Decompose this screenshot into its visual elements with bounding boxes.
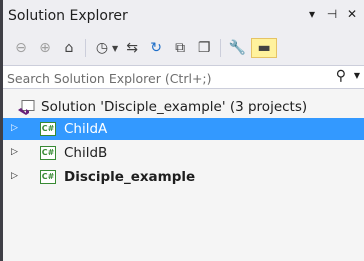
tree-row-startup-project[interactable]: ▷ C# Disciple_example xyxy=(3,166,364,188)
expand-arrow-icon[interactable]: ▷ xyxy=(11,171,18,181)
title-bar: Solution Explorer ▾ ⊣ ✕ xyxy=(3,0,364,34)
forward-icon[interactable]: ⊕ xyxy=(35,38,55,58)
auto-hide-pin-icon[interactable]: ⊣ xyxy=(326,7,338,21)
sync-with-active-document-icon[interactable]: ⇆ xyxy=(122,38,142,58)
refresh-icon[interactable]: ↻ xyxy=(146,38,166,58)
search-options-dropdown-icon[interactable]: ▼ xyxy=(354,71,360,80)
csharp-project-icon: C# xyxy=(40,146,56,160)
toolbar-separator xyxy=(220,39,222,57)
search-icon[interactable]: ⚲ xyxy=(336,68,346,84)
project-label: ChildB xyxy=(64,145,108,161)
solution-label: Solution 'Disciple_example' (3 projects) xyxy=(41,99,308,115)
preview-selected-items-icon[interactable]: ▬ xyxy=(251,38,278,58)
tree-row-project[interactable]: ▷ C# ChildA xyxy=(3,118,364,140)
window-title: Solution Explorer xyxy=(8,8,128,24)
pending-changes-filter-icon[interactable]: ◷ xyxy=(92,38,112,58)
search-box: ⚲ ▼ xyxy=(3,65,364,90)
tree-row-solution[interactable]: Solution 'Disciple_example' (3 projects) xyxy=(3,96,364,118)
visual-studio-solution-icon xyxy=(18,100,35,115)
filter-dropdown-caret-icon[interactable]: ▼ xyxy=(112,44,118,53)
back-icon[interactable]: ⊖ xyxy=(11,38,31,58)
window-controls: ▾ ⊣ ✕ xyxy=(306,7,358,21)
expand-arrow-icon[interactable]: ▷ xyxy=(11,123,18,133)
csharp-project-icon: C# xyxy=(40,122,56,136)
project-label: ChildA xyxy=(64,121,108,137)
home-icon[interactable]: ⌂ xyxy=(59,38,79,58)
solution-tree: Solution 'Disciple_example' (3 projects)… xyxy=(3,89,364,261)
window-position-dropdown-icon[interactable]: ▾ xyxy=(306,7,318,21)
toolbar: ⊖ ⊕ ⌂ ◷ ▼ ⇆ ↻ ⧉ ❐ 🔧 ▬ xyxy=(3,34,364,62)
properties-wrench-icon[interactable]: 🔧 xyxy=(227,38,247,58)
toolbar-separator xyxy=(85,39,86,57)
close-icon[interactable]: ✕ xyxy=(346,7,358,21)
search-input[interactable] xyxy=(3,66,309,90)
csharp-project-icon: C# xyxy=(40,170,56,184)
show-all-files-icon[interactable]: ❐ xyxy=(194,38,214,58)
expand-arrow-icon[interactable]: ▷ xyxy=(11,147,18,157)
startup-project-label: Disciple_example xyxy=(64,169,196,185)
collapse-all-icon[interactable]: ⧉ xyxy=(170,38,190,58)
tree-row-project[interactable]: ▷ C# ChildB xyxy=(3,142,364,164)
